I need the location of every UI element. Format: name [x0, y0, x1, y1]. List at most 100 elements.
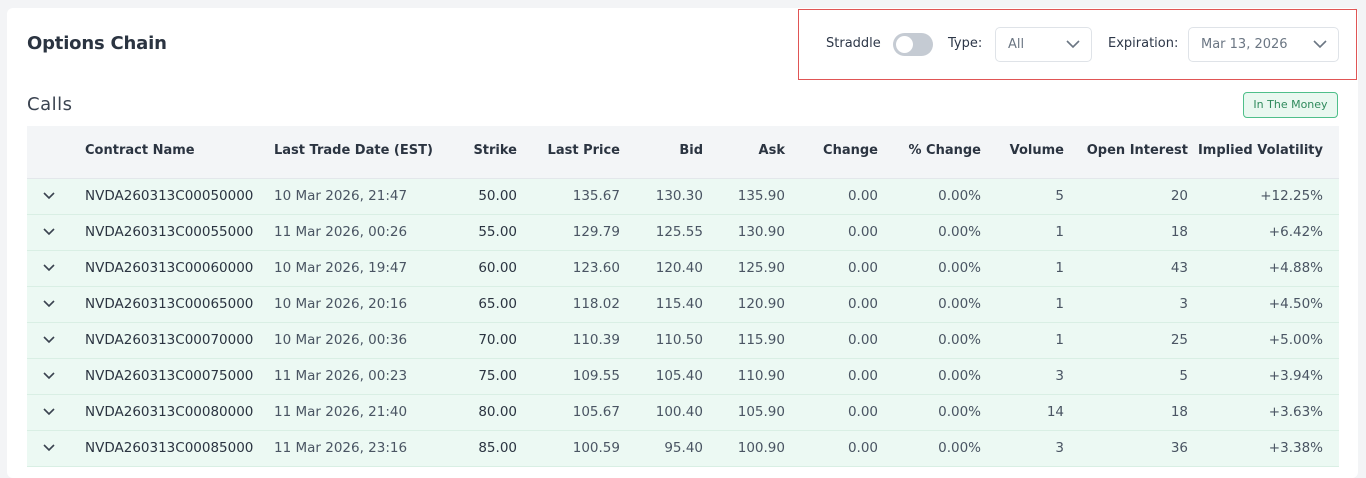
open-interest: 18 — [1170, 224, 1188, 240]
table-row[interactable]: NVDA260313C00065000 10 Mar 2026, 20:16 6… — [27, 287, 1339, 323]
section-title-calls: Calls — [27, 94, 73, 115]
change: 0.00 — [847, 332, 878, 348]
percent-change: 0.00% — [938, 440, 981, 456]
strike: 60.00 — [478, 260, 517, 276]
page-title: Options Chain — [27, 33, 167, 54]
implied-volatility: +5.00% — [1268, 332, 1323, 348]
strike: 80.00 — [478, 404, 517, 420]
contract-name[interactable]: NVDA260313C00070000 — [85, 332, 253, 348]
change: 0.00 — [847, 260, 878, 276]
column-header[interactable]: Implied Volatility — [1198, 143, 1323, 158]
chevron-down-icon — [1066, 40, 1080, 49]
last-trade-date: 11 Mar 2026, 21:40 — [274, 404, 408, 420]
table-row[interactable]: NVDA260313C00075000 11 Mar 2026, 00:23 7… — [27, 359, 1339, 395]
column-header[interactable]: Contract Name — [85, 143, 195, 158]
type-select[interactable]: All — [995, 27, 1092, 62]
last-price: 123.60 — [572, 260, 620, 276]
column-header[interactable]: Change — [823, 143, 878, 158]
column-header[interactable]: Last Trade Date (EST) — [274, 143, 433, 158]
last-trade-date: 11 Mar 2026, 00:23 — [274, 368, 408, 384]
contract-name[interactable]: NVDA260313C00055000 — [85, 224, 253, 240]
chevron-down-icon — [1313, 40, 1327, 49]
contract-name[interactable]: NVDA260313C00060000 — [85, 260, 253, 276]
strike: 75.00 — [478, 368, 517, 384]
table-row[interactable]: NVDA260313C00070000 10 Mar 2026, 00:36 7… — [27, 323, 1339, 359]
last-trade-date: 10 Mar 2026, 20:16 — [274, 296, 408, 312]
change: 0.00 — [847, 368, 878, 384]
contract-name[interactable]: NVDA260313C00085000 — [85, 440, 253, 456]
table-row[interactable]: NVDA260313C00055000 11 Mar 2026, 00:26 5… — [27, 215, 1339, 251]
chevron-down-icon[interactable] — [41, 261, 57, 275]
contract-name[interactable]: NVDA260313C00080000 — [85, 404, 253, 420]
bid: 115.40 — [655, 296, 703, 312]
ask: 135.90 — [737, 188, 785, 204]
open-interest: 5 — [1179, 368, 1188, 384]
straddle-label: Straddle — [826, 36, 881, 51]
table-row[interactable]: NVDA260313C00085000 11 Mar 2026, 23:16 8… — [27, 431, 1339, 467]
column-header[interactable]: % Change — [909, 143, 982, 158]
column-header[interactable]: Last Price — [548, 143, 620, 158]
expiration-select[interactable]: Mar 13, 2026 — [1188, 27, 1339, 62]
last-price: 105.67 — [572, 404, 620, 420]
open-interest: 36 — [1170, 440, 1188, 456]
expiration-label: Expiration: — [1108, 36, 1179, 51]
implied-volatility: +6.42% — [1268, 224, 1323, 240]
strike: 65.00 — [478, 296, 517, 312]
volume: 14 — [1046, 404, 1064, 420]
chevron-down-icon[interactable] — [41, 189, 57, 203]
open-interest: 18 — [1170, 404, 1188, 420]
bid: 100.40 — [655, 404, 703, 420]
change: 0.00 — [847, 188, 878, 204]
straddle-toggle[interactable] — [893, 33, 933, 56]
open-interest: 20 — [1170, 188, 1188, 204]
volume: 3 — [1055, 440, 1064, 456]
column-header[interactable]: Open Interest — [1087, 143, 1188, 158]
type-select-value: All — [1008, 37, 1025, 52]
chevron-down-icon[interactable] — [41, 369, 57, 383]
implied-volatility: +3.63% — [1268, 404, 1323, 420]
column-header[interactable]: Strike — [473, 143, 517, 158]
chevron-down-icon[interactable] — [41, 441, 57, 455]
chevron-down-icon[interactable] — [41, 333, 57, 347]
change: 0.00 — [847, 224, 878, 240]
strike: 70.00 — [478, 332, 517, 348]
table-row[interactable]: NVDA260313C00050000 10 Mar 2026, 21:47 5… — [27, 179, 1339, 215]
open-interest: 43 — [1170, 260, 1188, 276]
chevron-down-icon[interactable] — [41, 405, 57, 419]
last-price: 118.02 — [572, 296, 620, 312]
type-label: Type: — [948, 36, 983, 51]
column-header[interactable]: Bid — [679, 143, 703, 158]
last-price: 100.59 — [572, 440, 620, 456]
toggle-knob — [896, 36, 913, 53]
bid: 125.55 — [655, 224, 703, 240]
last-trade-date: 10 Mar 2026, 21:47 — [274, 188, 408, 204]
contract-name[interactable]: NVDA260313C00075000 — [85, 368, 253, 384]
bid: 130.30 — [655, 188, 703, 204]
volume: 1 — [1055, 332, 1064, 348]
table-row[interactable]: NVDA260313C00060000 10 Mar 2026, 19:47 6… — [27, 251, 1339, 287]
chevron-down-icon[interactable] — [41, 225, 57, 239]
volume: 1 — [1055, 296, 1064, 312]
last-trade-date: 11 Mar 2026, 23:16 — [274, 440, 408, 456]
table-row[interactable]: NVDA260313C00080000 11 Mar 2026, 21:40 8… — [27, 395, 1339, 431]
implied-volatility: +3.94% — [1268, 368, 1323, 384]
ask: 120.90 — [737, 296, 785, 312]
contract-name[interactable]: NVDA260313C00065000 — [85, 296, 253, 312]
implied-volatility: +4.88% — [1268, 260, 1323, 276]
ask: 115.90 — [737, 332, 785, 348]
last-price: 129.79 — [572, 224, 620, 240]
ask: 105.90 — [737, 404, 785, 420]
contract-name[interactable]: NVDA260313C00050000 — [85, 188, 253, 204]
column-header[interactable]: Ask — [759, 143, 785, 158]
bid: 105.40 — [655, 368, 703, 384]
percent-change: 0.00% — [938, 260, 981, 276]
open-interest: 25 — [1170, 332, 1188, 348]
bid: 95.40 — [664, 440, 703, 456]
percent-change: 0.00% — [938, 404, 981, 420]
chevron-down-icon[interactable] — [41, 297, 57, 311]
column-header[interactable]: Volume — [1010, 143, 1064, 158]
volume: 1 — [1055, 260, 1064, 276]
percent-change: 0.00% — [938, 224, 981, 240]
implied-volatility: +3.38% — [1268, 440, 1323, 456]
last-trade-date: 11 Mar 2026, 00:26 — [274, 224, 408, 240]
